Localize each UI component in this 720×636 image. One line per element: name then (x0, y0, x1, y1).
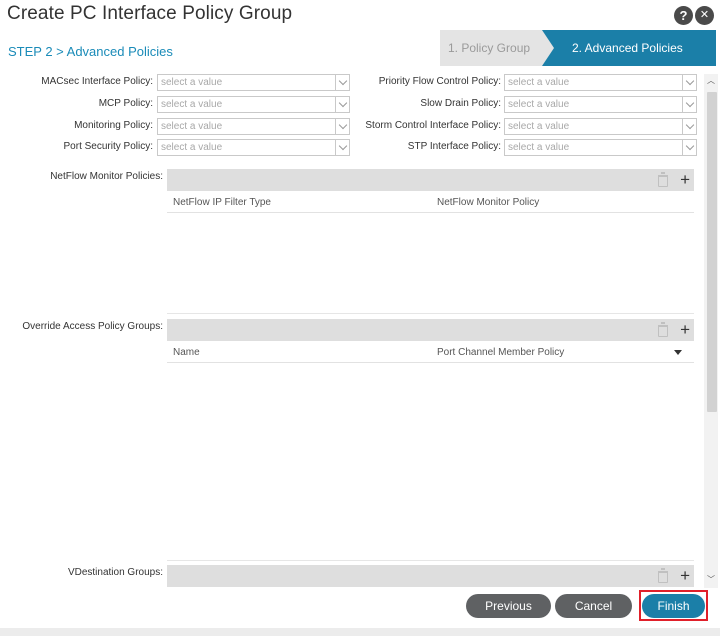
netflow-toolbar: + (167, 169, 694, 191)
chevron-down-icon (682, 139, 696, 156)
wizard-steps: 1. Policy Group 2. Advanced Policies (440, 30, 716, 66)
sort-caret-icon[interactable] (674, 350, 682, 355)
cancel-button[interactable]: Cancel (555, 594, 632, 618)
scroll-up-icon[interactable]: ︿ (707, 77, 715, 85)
override-col-name[interactable]: Name (173, 347, 200, 358)
header-icons: ? ✕ (674, 6, 714, 25)
netflow-col-monitor-policy[interactable]: NetFlow Monitor Policy (437, 197, 539, 208)
chevron-down-icon (335, 118, 349, 135)
netflow-table-header: NetFlow IP Filter Type NetFlow Monitor P… (167, 191, 694, 213)
storm-control-policy-label: Storm Control Interface Policy: (365, 120, 501, 131)
wizard-step-advanced-policies[interactable]: 2. Advanced Policies (542, 30, 716, 66)
stp-policy-label: STP Interface Policy: (407, 141, 501, 152)
vdest-toolbar: + (167, 565, 694, 587)
pfc-policy-select[interactable]: select a value (504, 74, 697, 91)
macsec-policy-label: MACsec Interface Policy: (41, 76, 153, 87)
chevron-down-icon (682, 118, 696, 135)
slow-drain-policy-placeholder: select a value (508, 99, 570, 110)
slow-drain-policy-select[interactable]: select a value (504, 96, 697, 113)
chevron-down-icon (682, 96, 696, 113)
help-icon[interactable]: ? (674, 6, 693, 25)
override-toolbar: + (167, 319, 694, 341)
chevron-down-icon (335, 139, 349, 156)
chevron-down-icon (335, 74, 349, 91)
mcp-policy-placeholder: select a value (161, 99, 223, 110)
monitoring-policy-placeholder: select a value (161, 121, 223, 132)
override-table-header: Name Port Channel Member Policy (167, 341, 694, 363)
pfc-policy-label: Priority Flow Control Policy: (378, 76, 501, 87)
port-security-policy-label: Port Security Policy: (63, 141, 153, 152)
trash-icon[interactable] (658, 322, 669, 337)
slow-drain-policy-label: Slow Drain Policy: (420, 98, 501, 109)
plus-icon[interactable]: + (680, 171, 690, 188)
stp-policy-select[interactable]: select a value (504, 139, 697, 156)
step-label: STEP 2 > Advanced Policies (8, 44, 173, 59)
vdest-section-label: VDestination Groups: (67, 567, 163, 578)
chevron-down-icon (682, 74, 696, 91)
netflow-table-bottom (167, 313, 694, 314)
stp-policy-placeholder: select a value (508, 142, 570, 153)
wizard-step-arrow (542, 30, 554, 66)
trash-icon[interactable] (658, 568, 669, 583)
mcp-policy-label: MCP Policy: (98, 98, 153, 109)
chevron-down-icon (335, 96, 349, 113)
vertical-scrollbar[interactable]: ︿ ﹀ (704, 74, 718, 588)
finish-button[interactable]: Finish (642, 594, 705, 618)
override-table-bottom (167, 560, 694, 561)
bottom-strip (0, 628, 720, 636)
scroll-down-icon[interactable]: ﹀ (707, 576, 715, 584)
port-security-policy-placeholder: select a value (161, 142, 223, 153)
previous-button[interactable]: Previous (466, 594, 551, 618)
port-security-policy-select[interactable]: select a value (157, 139, 350, 156)
dialog-title: Create PC Interface Policy Group (7, 3, 293, 24)
macsec-policy-select[interactable]: select a value (157, 74, 350, 91)
netflow-section-label: NetFlow Monitor Policies: (50, 171, 163, 182)
override-col-member-policy[interactable]: Port Channel Member Policy (437, 347, 564, 358)
mcp-policy-select[interactable]: select a value (157, 96, 350, 113)
trash-icon[interactable] (658, 172, 669, 187)
plus-icon[interactable]: + (680, 567, 690, 584)
macsec-policy-placeholder: select a value (161, 77, 223, 88)
pfc-policy-placeholder: select a value (508, 77, 570, 88)
storm-control-policy-placeholder: select a value (508, 121, 570, 132)
netflow-col-filter-type[interactable]: NetFlow IP Filter Type (173, 197, 271, 208)
storm-control-policy-select[interactable]: select a value (504, 118, 697, 135)
monitoring-policy-select[interactable]: select a value (157, 118, 350, 135)
plus-icon[interactable]: + (680, 321, 690, 338)
close-icon[interactable]: ✕ (695, 6, 714, 25)
wizard-step-policy-group[interactable]: 1. Policy Group (440, 30, 558, 66)
monitoring-policy-label: Monitoring Policy: (74, 120, 153, 131)
override-section-label: Override Access Policy Groups: (22, 321, 163, 332)
scrollbar-thumb[interactable] (707, 92, 717, 412)
